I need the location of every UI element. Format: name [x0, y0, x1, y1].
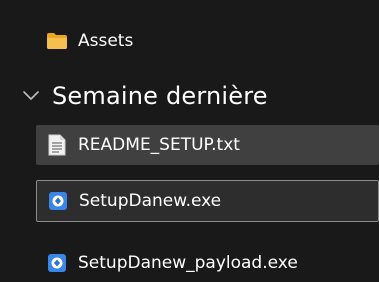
folder-item-assets[interactable]: Assets: [36, 22, 379, 60]
file-label: SetupDanew_payload.exe: [78, 253, 298, 273]
file-item-setupdanew[interactable]: SetupDanew.exe: [36, 180, 379, 222]
file-item-readme[interactable]: README_SETUP.txt: [36, 125, 379, 165]
chevron-down-icon[interactable]: [16, 90, 46, 102]
file-label: SetupDanew.exe: [79, 191, 222, 211]
group-title: Semaine dernière: [52, 82, 268, 110]
folder-label: Assets: [78, 31, 134, 51]
file-label: README_SETUP.txt: [78, 135, 240, 155]
exe-app-icon: [47, 190, 69, 212]
file-item-setupdanew-payload[interactable]: SetupDanew_payload.exe: [36, 243, 379, 282]
group-header-last-week[interactable]: Semaine dernière: [0, 74, 379, 118]
text-file-icon: [46, 134, 68, 156]
file-list: Assets Semaine dernière README_SETUP.txt: [0, 0, 379, 282]
folder-icon: [46, 30, 68, 52]
exe-app-icon: [46, 252, 68, 274]
